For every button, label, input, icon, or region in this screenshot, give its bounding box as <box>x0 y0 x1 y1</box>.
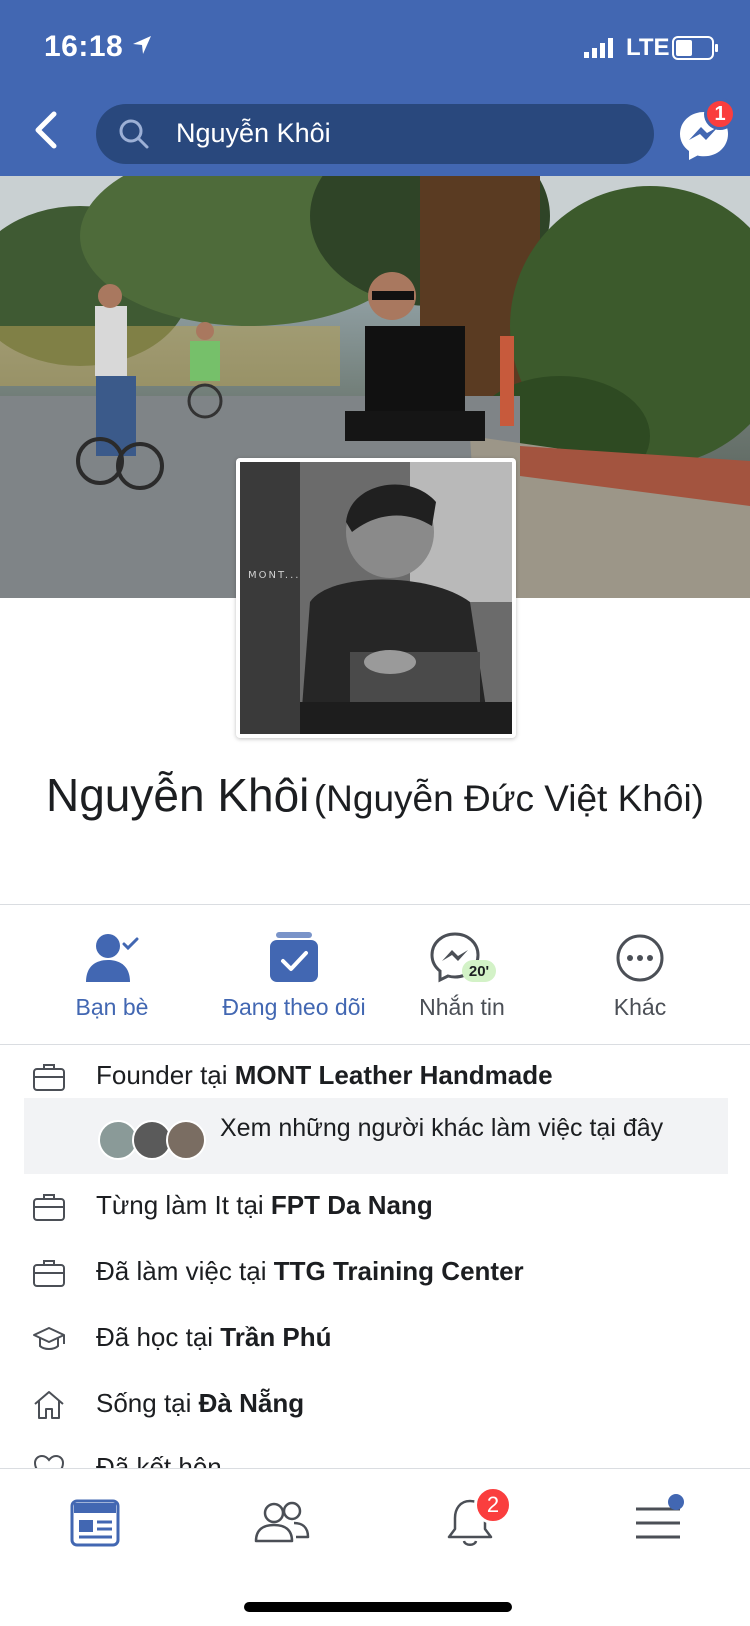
profile-picture-illustration: MONT... <box>240 462 512 734</box>
following-label: Đang theo dõi <box>222 994 366 1020</box>
messenger-icon: 20' <box>430 932 496 983</box>
about-previous-work[interactable]: Từng làm It tại FPT Da Nang <box>0 1184 750 1228</box>
lives-prefix: Sống tại <box>96 1388 199 1418</box>
work-prefix: Founder tại <box>96 1060 235 1090</box>
profile-picture[interactable]: MONT... <box>240 462 512 734</box>
profile-picture-frame[interactable]: MONT... <box>236 458 516 738</box>
more-button[interactable]: Khác <box>550 930 730 1021</box>
graduation-cap-icon <box>33 1327 65 1350</box>
friends-button[interactable]: Bạn bè <box>22 930 202 1021</box>
home-indicator <box>244 1602 512 1612</box>
previous-work-place[interactable]: FPT Da Nang <box>271 1190 433 1220</box>
friends-label: Bạn bè <box>75 994 149 1020</box>
work-place[interactable]: MONT Leather Handmade <box>235 1060 553 1090</box>
search-icon <box>119 119 149 149</box>
education-prefix: Đã học tại <box>96 1322 221 1352</box>
more-icon <box>616 934 664 982</box>
signal-bars-icon <box>584 38 613 58</box>
about-work[interactable]: Founder tại MONT Leather Handmade <box>0 1054 750 1098</box>
search-field[interactable]: Nguyễn Khôi <box>96 104 654 164</box>
previous-work-prefix: Từng làm It tại <box>96 1190 271 1220</box>
home-icon <box>34 1391 64 1419</box>
notifications-badge: 2 <box>474 1486 512 1524</box>
message-button[interactable]: 20' Nhắn tin <box>372 930 552 1021</box>
news-feed-icon[interactable] <box>66 1493 126 1553</box>
coworkers-link[interactable]: Xem những người khác làm việc tại đây <box>24 1098 728 1174</box>
divider <box>0 904 750 905</box>
about-previous-work[interactable]: Đã làm việc tại TTG Training Center <box>0 1250 750 1294</box>
location-arrow-icon <box>133 36 151 54</box>
back-arrow-icon[interactable] <box>32 110 60 150</box>
profile-alternate-name: (Nguyễn Đức Việt Khôi) <box>313 778 704 819</box>
status-time: 16:18 <box>44 30 124 63</box>
more-label: Khác <box>613 994 667 1020</box>
friends-check-icon <box>86 934 139 982</box>
divider <box>0 1044 750 1045</box>
following-button[interactable]: Đang theo dõi <box>196 930 392 1021</box>
about-education[interactable]: Đã học tại Trần Phú <box>0 1316 750 1360</box>
profile-primary-name: Nguyễn Khôi <box>45 769 310 821</box>
briefcase-icon <box>33 1260 65 1287</box>
previous-work-prefix: Đã làm việc tại <box>96 1256 274 1286</box>
about-current-city[interactable]: Sống tại Đà Nẵng <box>0 1382 750 1426</box>
search-input-value[interactable]: Nguyễn Khôi <box>176 118 331 149</box>
lives-place[interactable]: Đà Nẵng <box>199 1388 304 1418</box>
photo-watermark: MONT... <box>248 570 300 581</box>
previous-work-place[interactable]: TTG Training Center <box>274 1256 524 1286</box>
briefcase-icon <box>33 1194 65 1221</box>
education-place[interactable]: Trần Phú <box>220 1322 331 1352</box>
friends-tab-icon[interactable] <box>252 1493 312 1553</box>
message-label: Nhắn tin <box>419 994 505 1020</box>
network-type: LTE <box>626 34 670 61</box>
battery-icon <box>672 36 718 60</box>
following-check-icon <box>270 932 318 982</box>
profile-name: Nguyễn Khôi (Nguyễn Đức Việt Khôi) <box>40 766 710 836</box>
coworker-avatars <box>98 1120 206 1160</box>
active-time-badge: 20' <box>469 963 489 980</box>
coworkers-text: Xem những người khác làm việc tại đây <box>220 1114 664 1142</box>
messenger-unread-badge: 1 <box>704 98 736 130</box>
top-navigation-bar: 16:18 LTE Nguyễn Khôi <box>0 0 750 176</box>
avatar <box>166 1120 206 1160</box>
menu-new-indicator <box>668 1494 684 1510</box>
status-bar: 16:18 LTE <box>0 28 750 68</box>
briefcase-icon <box>33 1064 65 1091</box>
